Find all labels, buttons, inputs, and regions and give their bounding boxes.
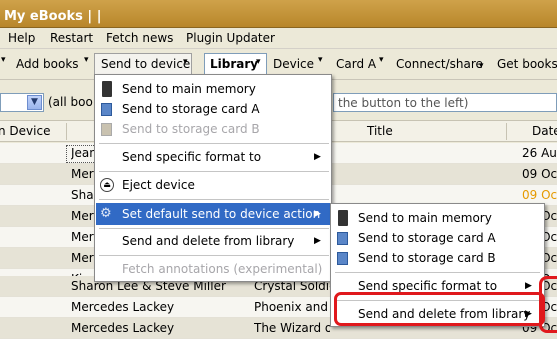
menu-item-label: Send specific format to <box>358 279 498 293</box>
gear-icon: ⚙ <box>100 206 112 221</box>
connect-share-button[interactable]: Connect/share <box>396 55 483 75</box>
menu-item-send-main-memory[interactable]: Send to main memory <box>96 78 330 100</box>
menu-item-label: Send to main memory <box>122 82 256 96</box>
menu-separator <box>99 199 329 200</box>
date-cell: 09 Oct <box>522 188 557 202</box>
search-hint-text: the button to the left) <box>338 96 469 110</box>
author-cell: Jean <box>71 146 97 160</box>
menu-separator <box>99 171 329 172</box>
menubar: Help Restart Fetch news Plugin Updater <box>0 28 557 49</box>
annotation-highlight-box <box>539 276 557 333</box>
column-header-device[interactable]: n Device <box>0 124 50 138</box>
storage-card-icon <box>101 103 112 116</box>
dropdown-arrow-icon[interactable]: ▾ <box>1 55 7 73</box>
dropdown-arrow-icon: ▾ <box>256 57 261 67</box>
card-a-button[interactable]: Card A <box>336 55 376 75</box>
menu-item-label: Send and delete from library <box>122 234 295 248</box>
column-header-title[interactable]: Title <box>367 124 393 138</box>
menu-item-specific-format[interactable]: Send specific format to ▶ <box>96 146 330 168</box>
menu-separator <box>99 228 329 229</box>
menu-item-label: Send specific format to <box>122 150 262 164</box>
send-to-device-menu: Send to main memory Send to storage card… <box>94 74 332 282</box>
title-cell: Phoenix and A <box>254 300 330 314</box>
author-cell: Mercedes Lackey <box>71 300 175 314</box>
column-divider[interactable] <box>506 123 507 140</box>
menu-item-label: Send to storage card B <box>358 251 496 265</box>
menu-separator <box>335 272 540 273</box>
device-button[interactable]: Device <box>273 55 314 75</box>
menu-item-label: Send to storage card B <box>122 122 260 136</box>
menu-item-label: Fetch annotations (experimental) <box>122 262 323 276</box>
device-icon <box>102 81 112 97</box>
annotation-highlight-box <box>334 292 545 326</box>
date-cell: 26 Aug <box>522 146 557 160</box>
menu-item-eject[interactable]: ⏏ Eject device <box>96 174 330 196</box>
filter-hint: (all boo <box>48 95 93 109</box>
dropdown-arrow-icon[interactable]: ▾ <box>379 55 385 73</box>
menu-help[interactable]: Help <box>8 31 35 45</box>
menu-item-label: Send to storage card A <box>358 231 496 245</box>
submenu-arrow-icon: ▶ <box>525 281 532 291</box>
storage-card-icon <box>337 252 348 265</box>
menu-item-label: Send to storage card A <box>122 102 260 116</box>
submenu-item-send-card-b[interactable]: Send to storage card B <box>332 247 543 269</box>
menu-restart[interactable]: Restart <box>50 31 93 45</box>
menu-item-label: Send to main memory <box>358 211 492 225</box>
date-cell: 09 Oct <box>522 167 557 181</box>
library-label: Library <box>210 57 259 71</box>
dropdown-arrow-icon[interactable]: ▾ <box>84 55 90 73</box>
menu-separator <box>99 255 329 256</box>
column-divider[interactable] <box>66 123 67 140</box>
window-title: My eBooks | | <box>4 9 102 24</box>
submenu-item-send-card-a[interactable]: Send to storage card A <box>332 227 543 249</box>
get-books-button[interactable]: Get books <box>497 55 557 75</box>
add-books-button[interactable]: Add books <box>16 55 79 75</box>
device-icon <box>338 210 348 226</box>
menu-item-label: Set default send to device action <box>122 207 321 221</box>
storage-card-icon <box>101 123 112 136</box>
menu-item-send-delete[interactable]: Send and delete from library ▶ <box>96 230 330 252</box>
dropdown-arrow-icon[interactable]: ▾ <box>318 55 324 73</box>
chevron-down-icon[interactable]: ▼ <box>27 95 42 110</box>
dropdown-arrow-icon[interactable]: ▾ <box>479 61 485 79</box>
send-to-device-button[interactable]: Send to device ▾ <box>94 53 192 75</box>
library-button[interactable]: Library ▾ <box>204 53 267 75</box>
menu-item-send-card-a[interactable]: Send to storage card A <box>96 98 330 120</box>
menu-item-fetch-annotations[interactable]: Fetch annotations (experimental) <box>96 258 330 280</box>
storage-card-icon <box>337 232 348 245</box>
dropdown-arrow-icon: ▾ <box>183 57 188 67</box>
column-header-date[interactable]: Date <box>532 124 557 138</box>
menu-item-set-default-action[interactable]: ⚙ Set default send to device action ▶ <box>96 203 330 225</box>
eject-icon: ⏏ <box>100 178 114 192</box>
submenu-arrow-icon: ▶ <box>314 152 321 162</box>
search-hint-field[interactable]: the button to the left) <box>333 93 557 112</box>
menu-plugin-updater[interactable]: Plugin Updater <box>186 31 275 45</box>
menu-separator <box>99 143 329 144</box>
send-to-device-label: Send to device <box>101 57 191 71</box>
window-titlebar: My eBooks | | <box>0 0 557 28</box>
menu-item-send-card-b[interactable]: Send to storage card B <box>96 118 330 140</box>
menu-item-label: Eject device <box>122 178 195 192</box>
submenu-arrow-icon: ▶ <box>314 209 321 219</box>
submenu-arrow-icon: ▶ <box>314 236 321 246</box>
submenu-item-send-main-memory[interactable]: Send to main memory <box>332 207 543 229</box>
menu-fetch-news[interactable]: Fetch news <box>106 31 173 45</box>
